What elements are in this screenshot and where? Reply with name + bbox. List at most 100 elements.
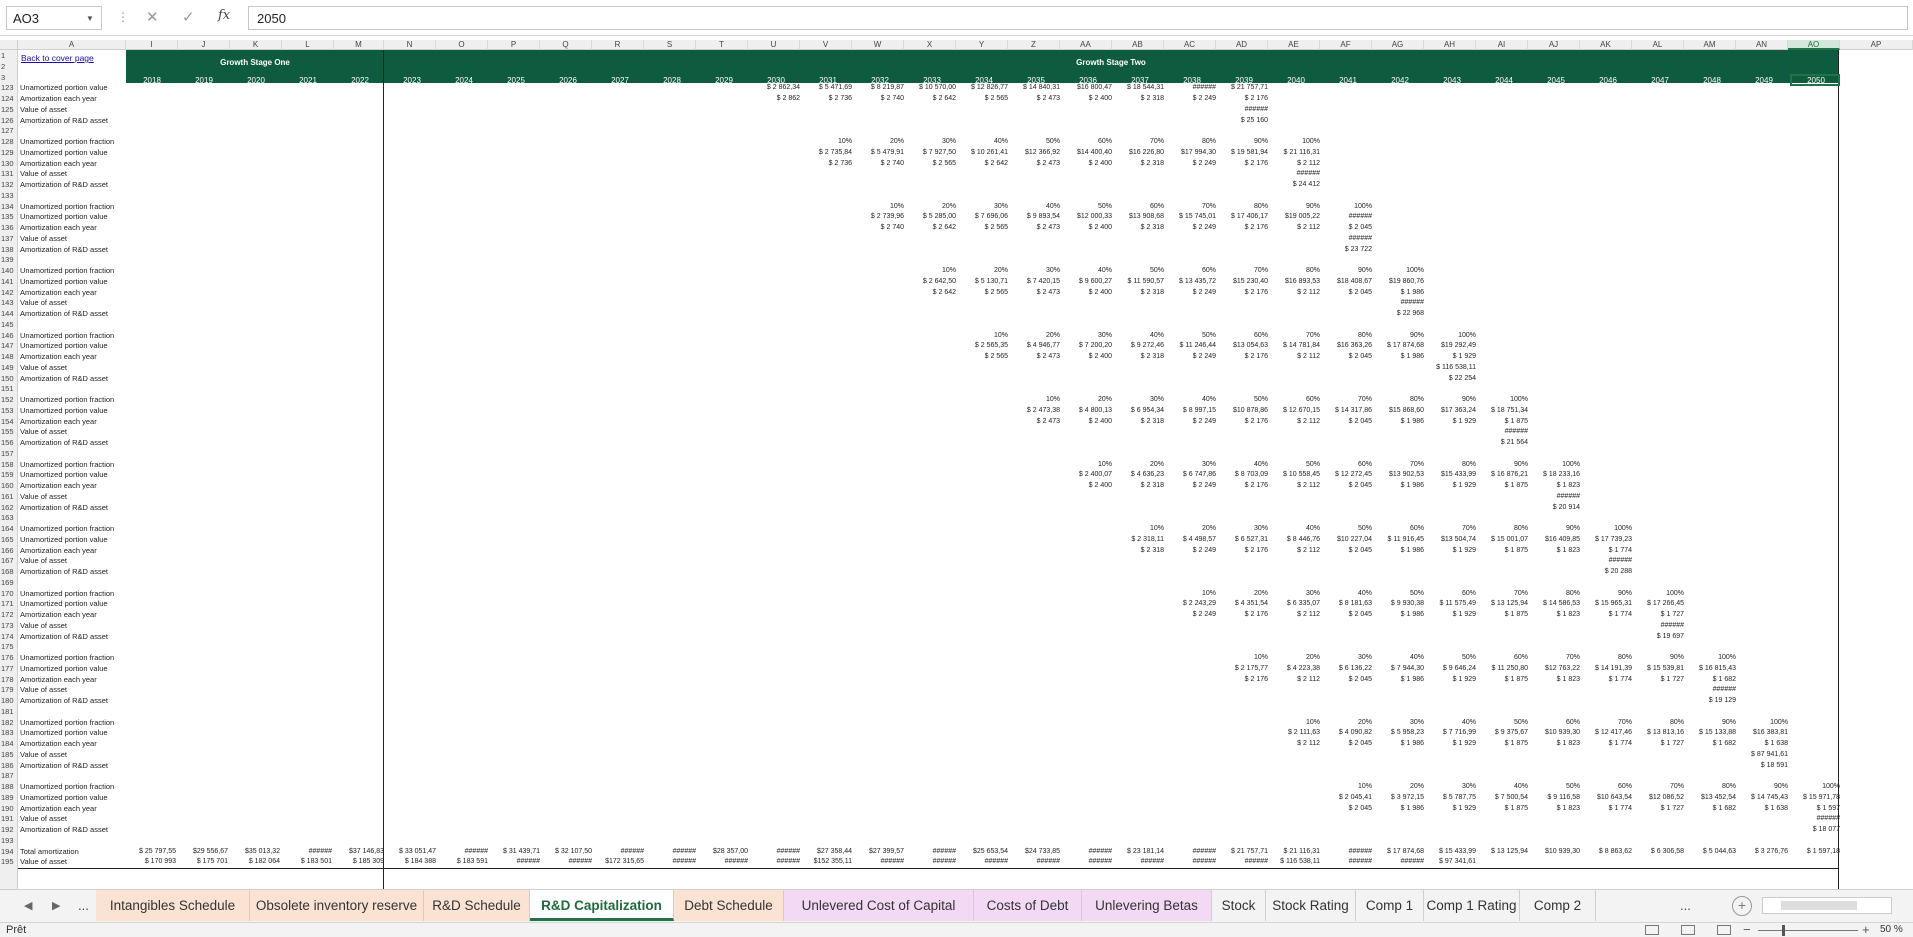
amortization-cell[interactable]: $ 2 565 [958, 351, 1008, 362]
row-header[interactable]: 130 [0, 158, 18, 169]
fraction-cell[interactable]: 70% [1374, 459, 1424, 470]
amortization-cell[interactable]: $ 1 929 [1426, 674, 1476, 685]
row-header[interactable]: 123 [0, 82, 18, 93]
value-cell[interactable]: $ 12 826,77 [958, 82, 1008, 93]
amortization-cell[interactable]: $ 2 045 [1322, 545, 1372, 556]
zoom-slider[interactable] [1758, 930, 1858, 931]
amortization-cell[interactable]: $ 1 986 [1374, 287, 1424, 298]
amortization-cell[interactable]: $ 1 986 [1374, 545, 1424, 556]
amortization-cell[interactable]: $ 2 318 [1114, 351, 1164, 362]
value-cell[interactable]: $ 14 745,43 [1738, 792, 1788, 803]
column-header-al[interactable]: AL [1632, 40, 1684, 50]
amortization-cell[interactable]: $ 2 112 [1270, 416, 1320, 427]
value-cell[interactable]: $ 4 498,57 [1166, 534, 1216, 545]
value-cell[interactable]: $ 7 696,06 [958, 211, 1008, 222]
amortization-cell[interactable]: $ 2 045 [1322, 674, 1372, 685]
amortization-cell[interactable]: $ 2 045 [1322, 416, 1372, 427]
value-cell[interactable]: $ 15 539,81 [1634, 663, 1684, 674]
amortization-cell[interactable]: $ 2 642 [958, 158, 1008, 169]
fraction-cell[interactable]: 10% [906, 265, 956, 276]
asset-cell[interactable]: ###### [1582, 555, 1632, 566]
row-header[interactable]: 165 [0, 534, 18, 545]
value-of-asset-cell[interactable]: ###### [1166, 856, 1216, 867]
column-header-ao[interactable]: AO [1788, 40, 1840, 50]
row-header[interactable]: 147 [0, 340, 18, 351]
value-cell[interactable]: $ 8 219,87 [854, 82, 904, 93]
fraction-cell[interactable]: 10% [1322, 781, 1372, 792]
value-cell[interactable]: $ 2 318,11 [1114, 534, 1164, 545]
fraction-cell[interactable]: 100% [1686, 652, 1736, 663]
value-of-asset-cell[interactable]: $ 183 591 [438, 856, 488, 867]
row-header[interactable]: 140 [0, 265, 18, 276]
amortization-cell[interactable]: $ 2 642 [906, 222, 956, 233]
value-cell[interactable]: $ 5 285,00 [906, 211, 956, 222]
value-of-asset-cell[interactable]: ###### [490, 856, 540, 867]
column-header-ak[interactable]: AK [1580, 40, 1632, 50]
amortization-cell[interactable]: $ 2 473 [1010, 351, 1060, 362]
sheet-tab-intangibles-schedule[interactable]: Intangibles Schedule [96, 890, 250, 921]
fraction-cell[interactable]: 60% [1322, 459, 1372, 470]
fraction-cell[interactable]: 20% [1374, 781, 1424, 792]
value-cell[interactable]: $ 7 944,30 [1374, 663, 1424, 674]
sheet-tab-unlevered-cost-of-capital[interactable]: Unlevered Cost of Capital [784, 890, 974, 921]
value-cell[interactable]: $ 13 435,72 [1166, 276, 1216, 287]
enter-icon[interactable]: ✓ [182, 8, 195, 26]
amortization-cell[interactable]: $ 2 565 [958, 93, 1008, 104]
fraction-cell[interactable]: 100% [1270, 136, 1320, 147]
fraction-cell[interactable]: 90% [1374, 330, 1424, 341]
value-cell[interactable]: $10 643,54 [1582, 792, 1632, 803]
row-header[interactable]: 139 [0, 254, 18, 265]
amortization-cell[interactable]: $ 2 045 [1322, 803, 1372, 814]
fraction-cell[interactable]: 20% [1322, 717, 1372, 728]
fraction-cell[interactable]: 80% [1530, 588, 1580, 599]
fraction-cell[interactable]: 40% [1218, 459, 1268, 470]
column-header-a[interactable]: A [18, 40, 126, 50]
fraction-cell[interactable]: 60% [1426, 588, 1476, 599]
fraction-cell[interactable]: 20% [1114, 459, 1164, 470]
amortization-cell[interactable]: $ 2 045 [1322, 222, 1372, 233]
value-cell[interactable]: $ 17 406,17 [1218, 211, 1268, 222]
fraction-cell[interactable]: 60% [1270, 394, 1320, 405]
value-cell[interactable]: $16 800,47 [1062, 82, 1112, 93]
total-amortization-cell[interactable]: ###### [594, 846, 644, 857]
value-cell[interactable]: $ 4 351,54 [1218, 598, 1268, 609]
fraction-cell[interactable]: 100% [1322, 201, 1372, 212]
value-cell[interactable]: $ 9 375,67 [1478, 727, 1528, 738]
value-of-asset-cell[interactable]: ###### [1374, 856, 1424, 867]
fraction-cell[interactable]: 50% [1114, 265, 1164, 276]
row-header[interactable]: 181 [0, 706, 18, 717]
value-cell[interactable]: $ 21 757,71 [1218, 82, 1268, 93]
fraction-cell[interactable]: 40% [1010, 201, 1060, 212]
row-header[interactable]: 126 [0, 115, 18, 126]
fraction-cell[interactable]: 60% [1166, 265, 1216, 276]
value-cell[interactable]: $ 6 335,07 [1270, 598, 1320, 609]
value-cell[interactable]: $ 5 479,91 [854, 147, 904, 158]
amortization-cell[interactable]: $ 2 736 [802, 158, 852, 169]
value-cell[interactable]: $ 5 130,71 [958, 276, 1008, 287]
fraction-cell[interactable]: 80% [1582, 652, 1632, 663]
value-cell[interactable]: $ 4 800,13 [1062, 405, 1112, 416]
column-header-n[interactable]: N [384, 40, 436, 50]
rd-amortization-cell[interactable]: $ 25 160 [1218, 115, 1268, 126]
amortization-cell[interactable]: $ 2 112 [1270, 480, 1320, 491]
column-header-w[interactable]: W [852, 40, 904, 50]
fraction-cell[interactable]: 50% [1010, 136, 1060, 147]
fraction-cell[interactable]: 30% [1426, 781, 1476, 792]
sheet-tab-comp-1-rating[interactable]: Comp 1 Rating [1424, 890, 1520, 921]
value-cell[interactable]: $ 2 739,96 [854, 211, 904, 222]
amortization-cell[interactable]: $ 2 249 [1166, 158, 1216, 169]
fraction-cell[interactable]: 80% [1374, 394, 1424, 405]
value-cell[interactable]: $ 16 815,43 [1686, 663, 1736, 674]
amortization-cell[interactable]: $ 2 045 [1322, 480, 1372, 491]
value-cell[interactable]: $ 5 787,75 [1426, 792, 1476, 803]
back-to-cover-link[interactable]: Back to cover page [21, 53, 94, 63]
amortization-cell[interactable]: $ 2 318 [1114, 480, 1164, 491]
amortization-cell[interactable]: $ 1 875 [1478, 674, 1528, 685]
amortization-cell[interactable]: $ 2 473 [1010, 287, 1060, 298]
value-cell[interactable]: ###### [1166, 82, 1216, 93]
value-cell[interactable]: $ 2 642,50 [906, 276, 956, 287]
amortization-cell[interactable]: $ 1 875 [1478, 480, 1528, 491]
value-cell[interactable]: $12 366,92 [1010, 147, 1060, 158]
value-cell[interactable]: $ 6 747,86 [1166, 469, 1216, 480]
column-header-i[interactable]: I [126, 40, 178, 50]
